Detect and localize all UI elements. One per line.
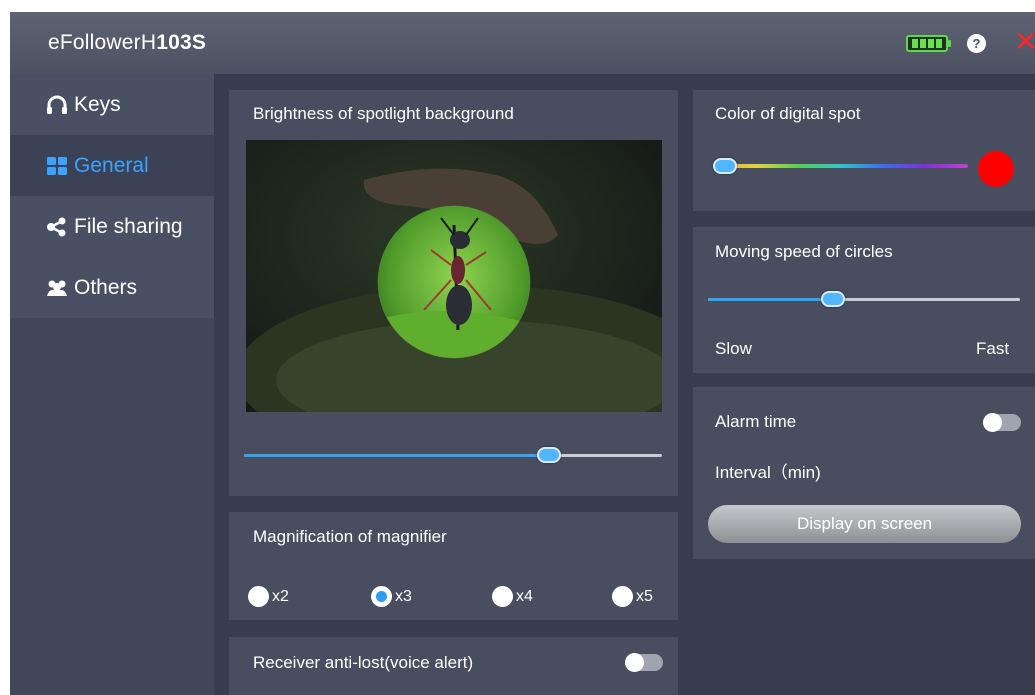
radio-dot-selected[interactable] [371, 586, 392, 607]
speed-slider[interactable] [708, 298, 1020, 301]
close-button[interactable]: ✕ [1014, 27, 1035, 57]
radio-label: x4 [516, 587, 533, 605]
speed-label: Moving speed of circles [715, 242, 893, 261]
toggle-knob [983, 413, 1002, 432]
speed-min-label: Slow [715, 339, 752, 358]
spot-color-label: Color of digital spot [715, 104, 861, 123]
color-swatch [978, 151, 1014, 187]
anti-lost-toggle[interactable] [625, 653, 663, 672]
radio-dot[interactable] [492, 586, 513, 607]
radio-dot[interactable] [248, 586, 269, 607]
anti-lost-label: Receiver anti-lost(voice alert) [253, 653, 474, 672]
app-window: eFollowerH103S ? ✕ Keys General File sha… [10, 12, 1035, 695]
brightness-slider-thumb[interactable] [537, 447, 562, 463]
headphones-icon [46, 95, 68, 115]
sidebar-item-file-sharing[interactable]: File sharing [10, 196, 214, 257]
brightness-slider-fill [244, 454, 550, 457]
app-title: eFollowerH103S [48, 31, 206, 55]
radio-dot[interactable] [612, 586, 633, 607]
alarm-toggle[interactable] [983, 413, 1021, 432]
sidebar: Keys General File sharing Others [10, 74, 214, 695]
radio-label: x5 [636, 587, 653, 605]
interval-label: Interval（min) [715, 463, 821, 482]
share-icon [46, 217, 68, 237]
app-title-model: 103S [156, 31, 207, 54]
magnifier-option-x3[interactable]: x3 [371, 586, 412, 607]
sidebar-item-label: File sharing [74, 214, 183, 238]
color-slider-thumb[interactable] [713, 158, 737, 174]
sidebar-item-label: General [74, 153, 149, 177]
title-bar: eFollowerH103S ? ✕ [10, 12, 1035, 74]
radio-label: x3 [395, 587, 412, 605]
sidebar-item-general[interactable]: General [10, 135, 214, 196]
sidebar-item-label: Keys [74, 92, 121, 116]
spotlight-preview-image [246, 140, 662, 412]
sidebar-item-keys[interactable]: Keys [10, 74, 214, 135]
magnifier-option-x2[interactable]: x2 [248, 586, 289, 607]
app-title-prefix: eFollowerH [48, 31, 157, 54]
magnifier-option-x5[interactable]: x5 [612, 586, 653, 607]
speed-max-label: Fast [976, 339, 1010, 358]
magnifier-option-x4[interactable]: x4 [492, 586, 533, 607]
toggle-knob [625, 653, 644, 672]
sidebar-item-others[interactable]: Others [10, 257, 214, 318]
battery-full-icon [906, 35, 951, 52]
magnifier-label: Magnification of magnifier [253, 527, 447, 546]
radio-label: x2 [272, 587, 289, 605]
alarm-label: Alarm time [715, 412, 797, 431]
speed-slider-fill [708, 298, 833, 301]
color-spectrum-slider[interactable] [713, 164, 968, 168]
brightness-label: Brightness of spotlight background [253, 104, 514, 123]
help-button[interactable]: ? [967, 34, 986, 53]
sidebar-item-label: Others [74, 275, 138, 299]
speed-slider-thumb[interactable] [820, 291, 845, 307]
brightness-slider[interactable] [244, 454, 662, 457]
grid-icon [46, 156, 68, 176]
people-icon [46, 278, 68, 298]
display-on-screen-button[interactable]: Display on screen [708, 505, 1021, 543]
